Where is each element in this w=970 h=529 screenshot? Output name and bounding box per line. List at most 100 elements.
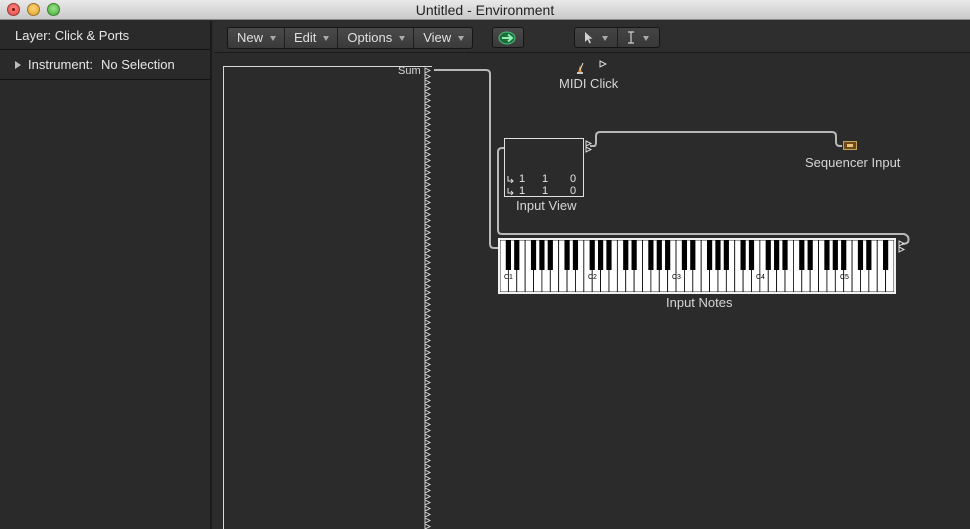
black-key[interactable] — [883, 240, 889, 270]
midi-click-out-port-icon[interactable] — [599, 60, 607, 68]
black-key[interactable] — [665, 240, 671, 270]
instrument-label: Instrument: — [28, 57, 94, 72]
black-key[interactable] — [748, 240, 755, 270]
window-title: Untitled - Environment — [415, 2, 555, 18]
black-key[interactable] — [740, 240, 746, 270]
port-triangle-icon — [424, 337, 432, 344]
port-triangle-icon — [424, 469, 432, 476]
text-tool-button[interactable] — [616, 28, 659, 47]
port-triangle-icon — [424, 517, 432, 524]
input-view-value: 1 — [542, 185, 549, 197]
black-key[interactable] — [589, 240, 595, 270]
black-key[interactable] — [631, 240, 637, 270]
black-key[interactable] — [514, 240, 520, 270]
black-key[interactable] — [799, 240, 805, 270]
port-triangle-icon — [424, 475, 432, 482]
black-key[interactable] — [782, 240, 788, 270]
title-bar: Untitled - Environment — [0, 0, 970, 20]
port-triangle-icon — [424, 391, 432, 398]
port-triangle-icon — [424, 277, 432, 284]
black-key[interactable] — [505, 240, 511, 270]
text-tool-icon — [628, 31, 635, 44]
black-key[interactable] — [564, 240, 570, 270]
instrument-disclosure[interactable]: Instrument: No Selection — [0, 50, 210, 80]
pointer-tool-button[interactable] — [575, 28, 617, 47]
port-triangle-icon — [424, 505, 432, 512]
port-triangle-icon — [424, 481, 432, 488]
cable-sum-to-keyboard — [434, 69, 498, 249]
black-key[interactable] — [866, 240, 872, 270]
output-port-strip[interactable] — [424, 66, 434, 529]
ports-object-frame[interactable] — [223, 66, 432, 529]
black-key[interactable] — [606, 240, 612, 270]
black-key[interactable] — [824, 240, 830, 270]
port-triangle-icon — [424, 499, 432, 506]
black-key[interactable] — [807, 240, 813, 270]
toolbar: New Edit Options View — [214, 21, 970, 53]
port-triangle-icon — [424, 181, 432, 188]
view-menu-button[interactable]: View — [414, 28, 472, 48]
black-key[interactable] — [623, 240, 629, 270]
port-triangle-icon — [424, 235, 432, 242]
input-view-value: 1 — [542, 173, 549, 185]
port-triangle-icon — [424, 253, 432, 260]
black-key[interactable] — [774, 240, 780, 270]
port-triangle-icon — [424, 121, 432, 128]
port-triangle-icon — [424, 385, 432, 392]
layer-selector[interactable]: Layer: Click & Ports — [0, 21, 210, 50]
black-key[interactable] — [648, 240, 654, 270]
port-triangle-icon — [424, 229, 432, 236]
black-key[interactable] — [841, 240, 847, 270]
input-view-out-port-icon[interactable] — [585, 140, 593, 154]
options-menu-label: Options — [347, 30, 393, 45]
port-triangle-icon — [424, 151, 432, 158]
port-triangle-icon — [424, 409, 432, 416]
port-triangle-icon — [424, 343, 432, 350]
chevron-down-icon — [323, 36, 330, 41]
black-key[interactable] — [572, 240, 579, 270]
new-menu-label: New — [237, 30, 264, 45]
link-arrow-icon — [498, 31, 516, 44]
port-triangle-icon — [424, 493, 432, 500]
options-menu-button[interactable]: Options — [338, 28, 415, 48]
input-notes-keyboard[interactable]: C1 C2 C3 C4 C5 — [498, 238, 896, 294]
piano-keys[interactable] — [500, 240, 894, 292]
black-key[interactable] — [547, 240, 553, 270]
input-view-value: 1 — [519, 173, 526, 185]
chevron-down-icon — [399, 36, 406, 41]
link-button[interactable] — [492, 27, 524, 48]
port-triangle-icon — [424, 175, 432, 182]
edit-menu-button[interactable]: Edit — [285, 28, 339, 48]
black-key[interactable] — [598, 240, 604, 270]
black-key[interactable] — [832, 240, 838, 270]
port-triangle-icon — [424, 169, 432, 176]
keyboard-out-port-icon[interactable] — [898, 240, 906, 254]
black-key[interactable] — [706, 240, 713, 270]
instrument-value: No Selection — [101, 57, 175, 72]
octave-label: C3 — [672, 274, 681, 281]
black-key[interactable] — [765, 240, 771, 270]
layer-label: Layer: Click & Ports — [15, 28, 130, 43]
new-menu-button[interactable]: New — [228, 28, 286, 48]
black-key[interactable] — [715, 240, 721, 270]
port-triangle-icon — [424, 367, 432, 374]
input-view-value: 0 — [570, 185, 577, 197]
port-triangle-icon — [424, 463, 432, 470]
sequencer-input-icon[interactable] — [843, 141, 857, 150]
port-triangle-icon — [424, 67, 432, 74]
environment-canvas[interactable]: Sum MIDI Click 1 1 0 1 1 0 Input View Se… — [214, 54, 970, 529]
disclosure-triangle-icon[interactable] — [15, 61, 21, 69]
port-triangle-icon — [424, 217, 432, 224]
input-view-object[interactable]: 1 1 0 1 1 0 — [504, 138, 584, 197]
black-key[interactable] — [723, 240, 729, 270]
black-key[interactable] — [656, 240, 662, 270]
black-key[interactable] — [530, 240, 537, 270]
port-triangle-icon — [424, 145, 432, 152]
port-triangle-icon — [424, 283, 432, 290]
black-key[interactable] — [539, 240, 545, 270]
black-key[interactable] — [857, 240, 864, 270]
black-key[interactable] — [690, 240, 696, 270]
black-key[interactable] — [681, 240, 688, 270]
sum-label: Sum — [398, 65, 421, 77]
input-view-label: Input View — [516, 198, 577, 213]
